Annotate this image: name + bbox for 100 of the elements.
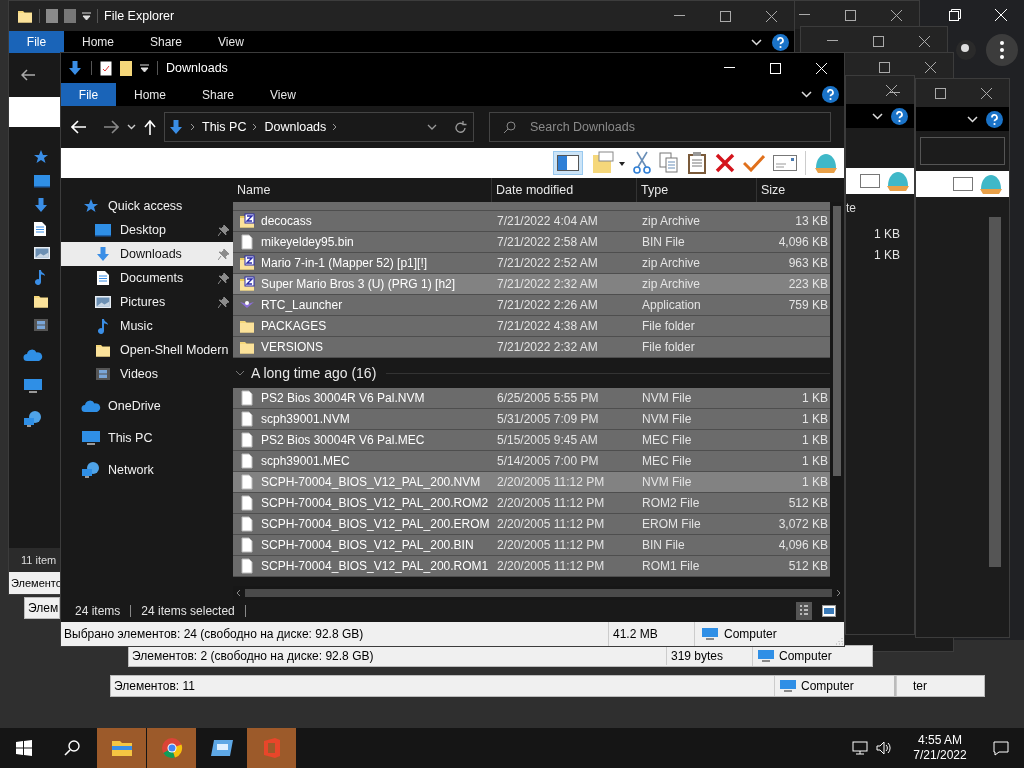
clock[interactable]: 4:55 AM 7/21/2022 [902, 728, 978, 768]
nav-item[interactable]: Documents [61, 266, 233, 290]
file-row[interactable]: PACKAGES 7/21/2022 4:38 AM File folder [233, 316, 830, 337]
pin-icon[interactable] [218, 272, 229, 284]
recent-locations-icon[interactable] [127, 124, 136, 130]
file-row[interactable]: mikeyeldey95.bin 7/21/2022 2:58 AM BIN File 4,096 KB [233, 232, 830, 253]
file-row[interactable]: scph39001.NVM 5/31/2005 7:09 PM NVM File 1 KB [233, 409, 830, 430]
file-row[interactable]: VERSIONS 7/21/2022 2:32 AM File folder [233, 337, 830, 358]
group-header[interactable]: A long time ago (16) [233, 358, 830, 388]
file-row[interactable]: Super Mario Bros 3 (U) (PRG 1) [h2] 7/21/2022 2:32 AM zip Archive 223 KB [233, 274, 830, 295]
ribbon-tab[interactable]: File [61, 83, 116, 106]
copy-icon[interactable] [659, 152, 679, 174]
delete-icon[interactable] [715, 153, 735, 173]
scroll-left-icon[interactable] [235, 589, 241, 597]
file-size: 1 KB [874, 226, 900, 243]
scroll-right-icon[interactable] [836, 589, 842, 597]
up-arrow-icon[interactable] [144, 119, 156, 135]
large-icons-view-icon[interactable] [822, 605, 836, 617]
chevron-icon[interactable] [801, 91, 812, 98]
close-icon[interactable] [918, 35, 930, 47]
scrollbar-thumb[interactable] [245, 589, 832, 597]
nav-item[interactable]: Open-Shell Modern [61, 338, 233, 362]
close-icon[interactable] [980, 87, 992, 99]
ribbon-tab[interactable]: Share [184, 83, 253, 106]
search-field[interactable]: Search Downloads [489, 112, 831, 142]
file-row[interactable]: SCPH-70004_BIOS_V12_PAL_200.ROM2 2/20/2005 11:12 PM ROM2 File 512 KB [233, 493, 830, 514]
pin-icon[interactable] [218, 248, 229, 260]
refresh-icon[interactable] [455, 120, 467, 134]
profile-icon[interactable] [956, 40, 976, 60]
nav-item[interactable]: OneDrive [61, 394, 233, 418]
nav-item[interactable]: Pictures [61, 290, 233, 314]
ribbon-tab[interactable]: View [252, 83, 314, 106]
maximize-icon[interactable] [719, 10, 731, 22]
file-row[interactable]: RTC_Launcher 7/21/2022 2:26 AM Application 759 KB [233, 295, 830, 316]
volume-icon[interactable] [876, 741, 892, 755]
envelope-icon[interactable] [953, 177, 973, 191]
ribbon-tab[interactable]: View [200, 31, 262, 53]
checkmark-icon[interactable] [743, 154, 765, 172]
scrollbar-thumb[interactable] [833, 206, 841, 476]
nav-item[interactable]: Downloads [61, 242, 233, 266]
maximize-icon[interactable] [844, 9, 856, 21]
start-icon[interactable] [16, 740, 32, 756]
close-icon[interactable] [924, 61, 936, 73]
maximize-icon[interactable] [934, 87, 946, 99]
forward-arrow-icon[interactable] [103, 120, 119, 134]
details-view-icon[interactable] [796, 602, 812, 620]
file-row[interactable]: SCPH-70004_BIOS_V12_PAL_200.ROM1 2/20/2005 11:12 PM ROM1 File 512 KB [233, 556, 830, 577]
help-icon[interactable] [822, 86, 839, 103]
resize-grip-icon[interactable] [834, 636, 843, 645]
file-row[interactable]: decocass 7/21/2022 4:04 AM zip Archive 13 KB [233, 211, 830, 232]
search-icon[interactable] [64, 740, 80, 756]
more-icon[interactable] [986, 34, 1018, 66]
close-icon[interactable] [885, 84, 897, 96]
date-modified: 7/21/2022 2:52 AM [496, 255, 599, 272]
item-count: 24 items [75, 603, 121, 620]
nav-item[interactable]: Desktop [61, 218, 233, 242]
scissors-icon[interactable] [633, 151, 651, 175]
ribbon-tab[interactable]: Home [116, 83, 184, 106]
nav-item[interactable]: Quick access [61, 194, 233, 218]
column-header[interactable]: Name [233, 178, 491, 202]
nav-item[interactable]: Music [61, 314, 233, 338]
chevron-icon[interactable] [872, 112, 883, 120]
chevron-icon[interactable] [967, 115, 978, 123]
nav-item[interactable]: This PC [61, 426, 233, 450]
close-icon[interactable] [765, 10, 777, 22]
address-bar[interactable]: This PC Downloads [164, 112, 474, 142]
file-row[interactable]: Mario 7-in-1 (Mapper 52) [p1][!] 7/21/2022 2:52 AM zip Archive 963 KB [233, 253, 830, 274]
restore-icon[interactable] [949, 9, 961, 21]
pin-icon[interactable] [218, 224, 229, 236]
file-row[interactable]: scph39001.MEC 5/14/2005 7:00 PM MEC File 1 KB [233, 451, 830, 472]
help-icon[interactable] [772, 33, 789, 51]
breadcrumb[interactable]: Downloads [264, 117, 327, 137]
file-row[interactable]: SCPH-70004_BIOS_V12_PAL_200.NVM 2/20/2005 11:12 PM NVM File 1 KB [233, 472, 830, 493]
close-icon[interactable] [890, 9, 902, 21]
back-arrow-icon[interactable] [21, 69, 35, 81]
nav-item[interactable]: Network [61, 458, 233, 482]
search-field[interactable] [920, 137, 1005, 165]
envelope-icon[interactable] [773, 155, 797, 171]
file-row[interactable]: PS2 Bios 30004R V6 Pal.NVM 6/25/2005 5:55 PM NVM File 1 KB [233, 388, 830, 409]
breadcrumb[interactable]: This PC [202, 117, 247, 137]
ribbon-tab[interactable]: File [9, 31, 64, 53]
file-row[interactable]: SCPH-70004_BIOS_V12_PAL_200.BIN 2/20/2005 11:12 PM BIN File 4,096 KB [233, 535, 830, 556]
file-row[interactable]: PS2 Bios 30004R V6 Pal.MEC 5/15/2005 9:45 AM MEC File 1 KB [233, 430, 830, 451]
ribbon-tab[interactable]: Home [64, 31, 132, 53]
maximize-icon[interactable] [872, 35, 884, 47]
file-row[interactable]: SCPH-70004_BIOS_V12_PAL_200.EROM 2/20/2005 11:12 PM EROM File 3,072 KB [233, 514, 830, 535]
envelope-icon[interactable] [860, 174, 880, 188]
file-icon [239, 234, 255, 250]
chevron-icon[interactable] [751, 38, 762, 46]
notification-icon[interactable] [993, 740, 1009, 756]
network-icon[interactable] [852, 741, 868, 755]
ribbon-tab[interactable]: Share [132, 31, 201, 53]
dropdown-icon[interactable] [427, 124, 437, 130]
pin-icon[interactable] [218, 296, 229, 308]
preview-pane-icon[interactable] [553, 151, 583, 175]
nav-item[interactable]: Videos [61, 362, 233, 386]
help-icon[interactable] [891, 107, 908, 125]
clipboard-icon[interactable] [687, 151, 707, 175]
help-icon[interactable] [986, 110, 1003, 128]
maximize-icon[interactable] [878, 61, 890, 73]
